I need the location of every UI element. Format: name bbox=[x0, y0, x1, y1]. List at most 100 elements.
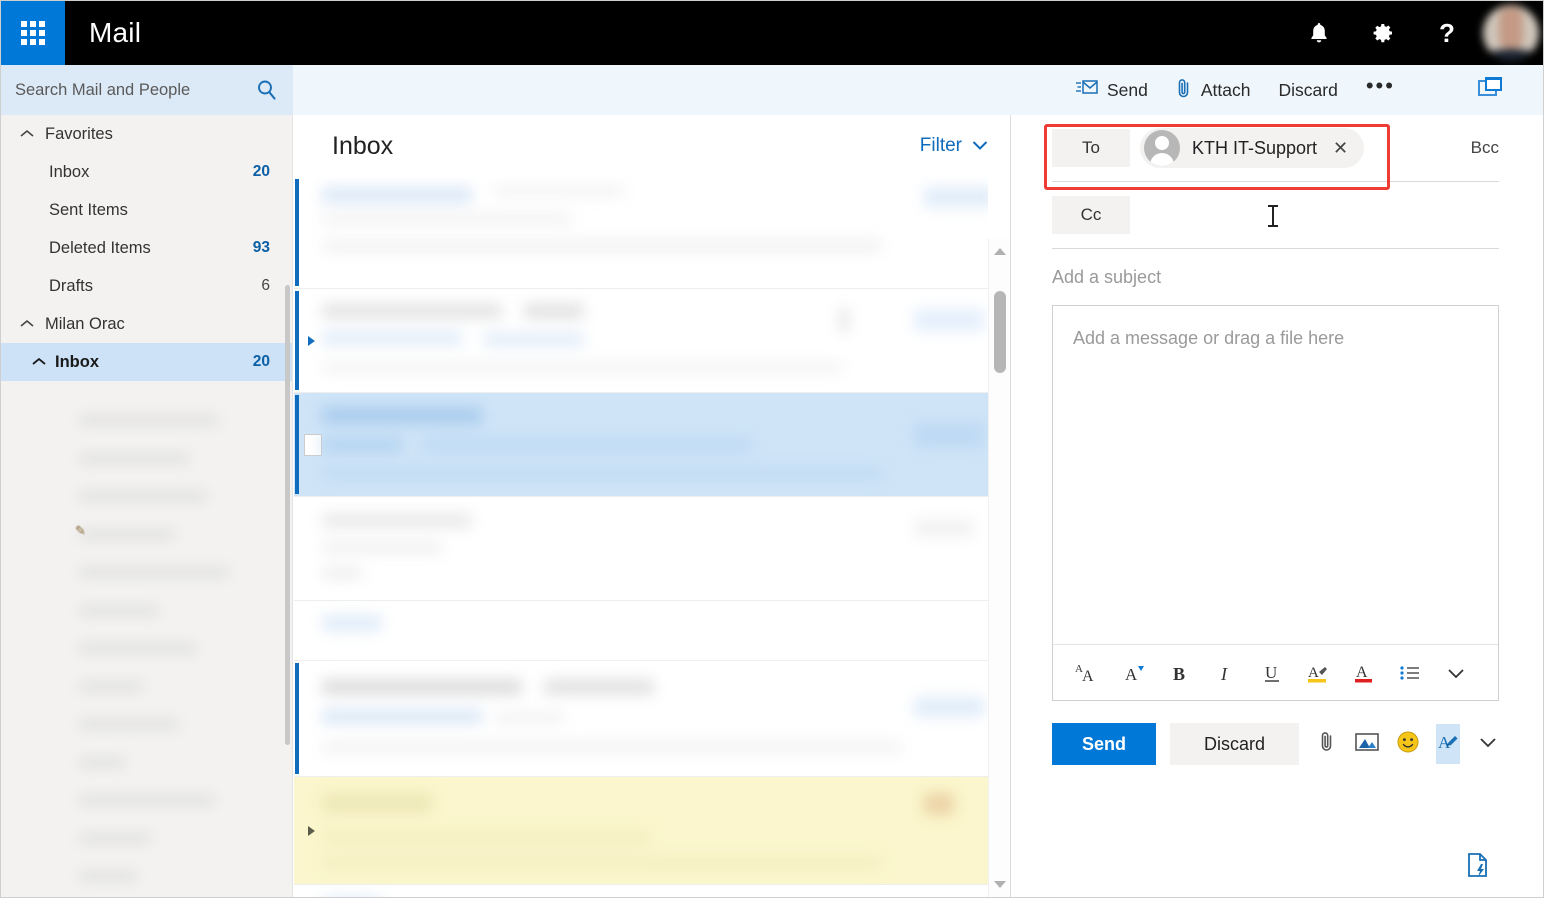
recipient-chip[interactable]: KTH IT-Support ✕ bbox=[1140, 128, 1365, 168]
emoji-button[interactable] bbox=[1396, 724, 1420, 764]
scrollbar-thumb[interactable] bbox=[994, 291, 1006, 373]
settings-button[interactable] bbox=[1351, 1, 1415, 65]
table-row-selected[interactable] bbox=[294, 393, 988, 497]
formatting-toolbar: A A A B I U A A bbox=[1053, 644, 1498, 700]
underline-icon[interactable]: U bbox=[1251, 652, 1293, 694]
redacted-message-preview bbox=[294, 393, 988, 496]
chevron-up-icon[interactable] bbox=[31, 357, 47, 367]
sidebar-item-count: 93 bbox=[252, 239, 270, 256]
paperclip-icon bbox=[1176, 77, 1192, 104]
redacted-message-preview bbox=[294, 289, 988, 392]
chevron-up-icon bbox=[19, 319, 35, 329]
more-toolbar-button[interactable]: ••• bbox=[1352, 70, 1409, 110]
sidebar-item-deleted-items[interactable]: Deleted Items 93 bbox=[1, 229, 292, 267]
svg-text:I: I bbox=[1220, 664, 1228, 684]
scroll-down-arrow-icon[interactable] bbox=[993, 881, 1006, 888]
discard-toolbar-label: Discard bbox=[1278, 79, 1338, 100]
attach-toolbar-label: Attach bbox=[1200, 79, 1251, 100]
send-toolbar-button[interactable]: Send bbox=[1062, 70, 1162, 110]
avatar bbox=[1483, 5, 1539, 61]
insert-picture-icon bbox=[1354, 730, 1380, 759]
svg-text:U: U bbox=[1265, 663, 1277, 682]
highlight-icon[interactable]: A bbox=[1297, 652, 1339, 694]
sidebar-group-favorites[interactable]: Favorites bbox=[1, 115, 292, 153]
search-input[interactable] bbox=[15, 80, 255, 100]
contact-avatar-icon bbox=[1144, 130, 1180, 166]
table-row-flagged[interactable] bbox=[294, 777, 988, 885]
table-row[interactable] bbox=[294, 601, 988, 661]
insert-picture-button[interactable] bbox=[1354, 724, 1380, 764]
app-title: Mail bbox=[89, 17, 142, 48]
sidebar-item-sent-items[interactable]: Sent Items bbox=[1, 191, 292, 229]
attach-toolbar-button[interactable]: Attach bbox=[1162, 70, 1265, 110]
help-button[interactable]: ? bbox=[1415, 1, 1479, 65]
redacted-message-preview bbox=[294, 777, 988, 884]
message-body-input[interactable] bbox=[1053, 306, 1498, 644]
chevron-down-icon bbox=[972, 135, 988, 157]
cc-field-label[interactable]: Cc bbox=[1052, 196, 1130, 234]
more-options-chevron-icon bbox=[1477, 731, 1499, 758]
folder-sidebar: Favorites Inbox 20 Sent Items Deleted It… bbox=[1, 115, 293, 897]
search-icon[interactable] bbox=[255, 78, 279, 102]
sidebar-scrollbar-thumb[interactable] bbox=[285, 285, 290, 745]
scroll-up-arrow-icon[interactable] bbox=[993, 248, 1006, 255]
send-envelope-icon bbox=[1076, 79, 1098, 102]
more-options-button[interactable] bbox=[1476, 724, 1499, 764]
subject-input[interactable] bbox=[1052, 249, 1499, 305]
outlook-web-app: Mail ? Search Mail and People Favorites … bbox=[0, 0, 1544, 898]
redacted-message-preview bbox=[294, 885, 988, 897]
discard-button[interactable]: Discard bbox=[1170, 723, 1300, 765]
sidebar-item-count: 6 bbox=[261, 277, 270, 294]
cc-field-row: Cc bbox=[1052, 182, 1499, 248]
top-bar-actions: ? bbox=[1287, 1, 1543, 65]
message-list-header: Inbox Filter bbox=[294, 115, 1010, 177]
message-list-body bbox=[294, 177, 1010, 897]
quick-document-button[interactable] bbox=[1465, 851, 1491, 884]
font-size-icon[interactable]: A A bbox=[1067, 652, 1109, 694]
bulleted-list-icon[interactable] bbox=[1389, 652, 1431, 694]
send-button[interactable]: Send bbox=[1052, 723, 1157, 765]
pop-out-button[interactable] bbox=[1477, 75, 1527, 106]
app-launcher-button[interactable] bbox=[1, 1, 65, 65]
bell-icon bbox=[1311, 23, 1327, 43]
message-body-container: A A A B I bbox=[1052, 305, 1499, 701]
sidebar-item-inbox-favorite[interactable]: Inbox 20 bbox=[1, 153, 292, 191]
top-navigation-bar: Mail ? bbox=[1, 1, 1543, 65]
message-list-scrollbar[interactable] bbox=[988, 239, 1010, 897]
font-color-dropdown-icon[interactable]: A bbox=[1113, 652, 1155, 694]
compose-toolbar: Send Attach Discard ••• bbox=[1012, 65, 1543, 115]
attach-file-button[interactable] bbox=[1315, 724, 1338, 764]
sidebar-item-account-inbox[interactable]: Inbox 20 bbox=[1, 343, 292, 381]
more-formatting-chevron-icon[interactable] bbox=[1435, 652, 1477, 694]
sidebar-item-label: Drafts bbox=[49, 276, 94, 295]
to-field-label[interactable]: To bbox=[1052, 129, 1130, 167]
italic-icon[interactable]: I bbox=[1205, 652, 1247, 694]
table-row[interactable] bbox=[294, 661, 988, 777]
page-title: Inbox bbox=[332, 131, 394, 160]
emoji-icon bbox=[1396, 730, 1420, 759]
table-row[interactable] bbox=[294, 497, 988, 601]
filter-button[interactable]: Filter bbox=[920, 135, 988, 157]
sidebar-item-drafts[interactable]: Drafts 6 bbox=[1, 267, 292, 305]
message-list-pane: Inbox Filter bbox=[294, 115, 1011, 897]
to-field-row: To KTH IT-Support ✕ Bcc bbox=[1052, 115, 1499, 181]
svg-text:A: A bbox=[1125, 665, 1138, 684]
sidebar-group-account[interactable]: Milan Orac bbox=[1, 305, 292, 343]
discard-toolbar-button[interactable]: Discard bbox=[1265, 70, 1352, 110]
notifications-button[interactable] bbox=[1287, 1, 1351, 65]
svg-text:B: B bbox=[1173, 664, 1185, 684]
waffle-grid-icon bbox=[21, 21, 45, 45]
signature-button[interactable]: A bbox=[1436, 724, 1461, 764]
account-avatar-button[interactable] bbox=[1479, 1, 1543, 65]
pencil-icon: ✎ bbox=[75, 523, 86, 538]
search-bar bbox=[1, 65, 293, 115]
bcc-toggle-link[interactable]: Bcc bbox=[1471, 138, 1499, 158]
close-icon[interactable]: ✕ bbox=[1333, 138, 1348, 159]
sidebar-item-label: Inbox bbox=[55, 352, 99, 371]
bold-icon[interactable]: B bbox=[1159, 652, 1201, 694]
table-row[interactable] bbox=[294, 177, 988, 289]
font-color-icon[interactable]: A bbox=[1343, 652, 1385, 694]
table-row[interactable] bbox=[294, 885, 988, 897]
table-row[interactable] bbox=[294, 289, 988, 393]
recipient-fields: To KTH IT-Support ✕ Bcc bbox=[1012, 115, 1543, 181]
